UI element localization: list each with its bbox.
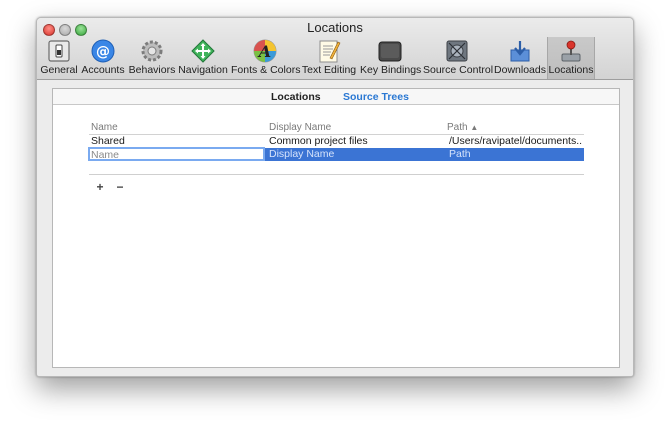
svg-text:A: A: [257, 42, 271, 61]
toolbar-item-fonts-colors[interactable]: A Fonts & Colors: [231, 37, 301, 79]
locations-joystick-icon: [561, 40, 581, 62]
path-field[interactable]: Path: [449, 148, 582, 160]
toolbar-item-behaviors[interactable]: Behaviors: [128, 37, 176, 79]
toolbar-label-fonts-colors: Fonts & Colors: [231, 64, 301, 76]
toolbar-label-general: General: [40, 64, 78, 76]
toolbar-item-source-control[interactable]: Source Control: [423, 37, 494, 79]
source-control-icon: [446, 40, 468, 62]
remove-source-tree-button[interactable]: −: [113, 180, 127, 194]
preferences-content-pane: Locations Source Trees Name Display Name…: [52, 88, 620, 368]
toolbar-label-navigation: Navigation: [178, 64, 228, 76]
row-path: /Users/ravipatel/documents...: [449, 135, 582, 147]
toolbar-item-text-editing[interactable]: Text Editing: [301, 37, 357, 79]
tab-locations[interactable]: Locations: [271, 91, 321, 103]
display-name-field[interactable]: Display Name: [269, 148, 444, 160]
preferences-toolbar: General @ Accounts Behaviors Navigation …: [37, 37, 633, 80]
key-bindings-icon: [378, 41, 402, 62]
toolbar-item-locations[interactable]: Locations: [547, 37, 595, 79]
toolbar-label-accounts: Accounts: [81, 64, 125, 76]
svg-text:@: @: [96, 44, 110, 60]
row-name: Shared: [91, 135, 125, 147]
column-header-path-label: Path: [447, 122, 468, 133]
sort-ascending-icon: ▲: [470, 123, 479, 132]
row-display-name: Common project files: [269, 135, 368, 147]
preferences-window: Locations General @ Accounts Behaviors N…: [36, 17, 634, 377]
at-sign-icon: @: [91, 39, 115, 63]
toolbar-item-downloads[interactable]: Downloads: [494, 37, 546, 79]
toolbar-label-behaviors: Behaviors: [128, 64, 176, 76]
toolbar-label-locations: Locations: [548, 64, 594, 76]
add-source-tree-button[interactable]: +: [93, 180, 107, 194]
toolbar-item-accounts[interactable]: @ Accounts: [81, 37, 125, 79]
title-bar: Locations General @ Accounts Behaviors N…: [37, 18, 633, 80]
table-row-editing[interactable]: Name Display Name Path: [88, 147, 584, 161]
toolbar-item-navigation[interactable]: Navigation: [178, 37, 228, 79]
gears-icon: [141, 40, 163, 62]
name-field[interactable]: Name: [88, 147, 265, 161]
column-header-name[interactable]: Name: [91, 122, 118, 133]
toolbar-label-source-control: Source Control: [423, 64, 494, 76]
toolbar-label-key-bindings: Key Bindings: [360, 64, 422, 76]
column-header-path[interactable]: Path ▲: [447, 122, 478, 133]
downloads-icon: [510, 41, 530, 62]
general-switch-icon: [48, 40, 70, 62]
navigation-arrows-icon: [191, 39, 215, 63]
tab-source-trees[interactable]: Source Trees: [343, 91, 409, 103]
table-footer-divider: [89, 174, 584, 175]
tab-bar: Locations Source Trees: [53, 89, 619, 105]
toolbar-item-general[interactable]: General: [39, 37, 79, 79]
column-header-display-name[interactable]: Display Name: [269, 122, 331, 133]
toolbar-item-key-bindings[interactable]: Key Bindings: [360, 37, 422, 79]
window-title: Locations: [307, 20, 363, 35]
name-field-placeholder: Name: [91, 149, 120, 161]
text-editing-icon: [319, 40, 341, 63]
toolbar-label-downloads: Downloads: [494, 64, 546, 76]
fonts-colors-icon: A: [253, 39, 277, 63]
toolbar-label-text-editing: Text Editing: [301, 64, 357, 76]
